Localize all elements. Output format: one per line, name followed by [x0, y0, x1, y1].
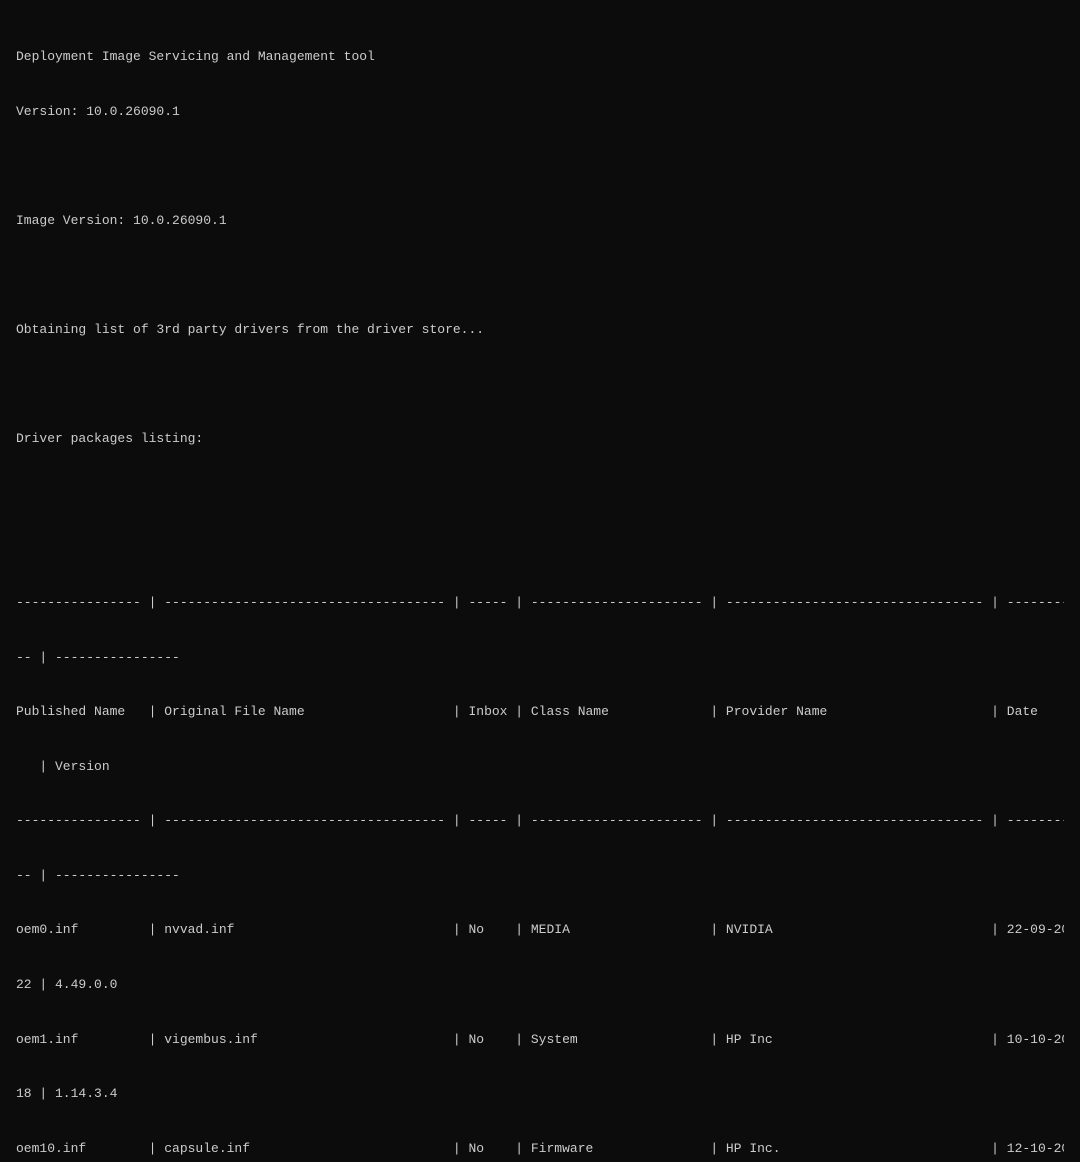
header-line: Published Name | Original File Name | In… — [16, 703, 1064, 721]
row-0-line2: 22 | 4.49.0.0 — [16, 976, 1064, 994]
version-line: Version: 10.0.26090.1 — [16, 103, 1064, 121]
blank2 — [16, 267, 1064, 285]
row-2-line1: oem10.inf | capsule.inf | No | Firmware … — [16, 1140, 1064, 1158]
title-line: Deployment Image Servicing and Managemen… — [16, 48, 1064, 66]
obtaining-line: Obtaining list of 3rd party drivers from… — [16, 321, 1064, 339]
separator1b-line: -- | ---------------- — [16, 649, 1064, 667]
separator2-line: ---------------- | ---------------------… — [16, 812, 1064, 830]
row-1-line1: oem1.inf | vigembus.inf | No | System | … — [16, 1031, 1064, 1049]
headerb-line: | Version — [16, 758, 1064, 776]
terminal-window: Deployment Image Servicing and Managemen… — [16, 12, 1064, 1162]
row-0-line1: oem0.inf | nvvad.inf | No | MEDIA | NVID… — [16, 921, 1064, 939]
separator2b-line: -- | ---------------- — [16, 867, 1064, 885]
row-1-line2: 18 | 1.14.3.4 — [16, 1085, 1064, 1103]
separator1-line: ---------------- | ---------------------… — [16, 594, 1064, 612]
listing-line: Driver packages listing: — [16, 430, 1064, 448]
image-version-line: Image Version: 10.0.26090.1 — [16, 212, 1064, 230]
blank1 — [16, 158, 1064, 176]
blank4 — [16, 485, 1064, 503]
blank3 — [16, 376, 1064, 394]
blank5 — [16, 539, 1064, 557]
